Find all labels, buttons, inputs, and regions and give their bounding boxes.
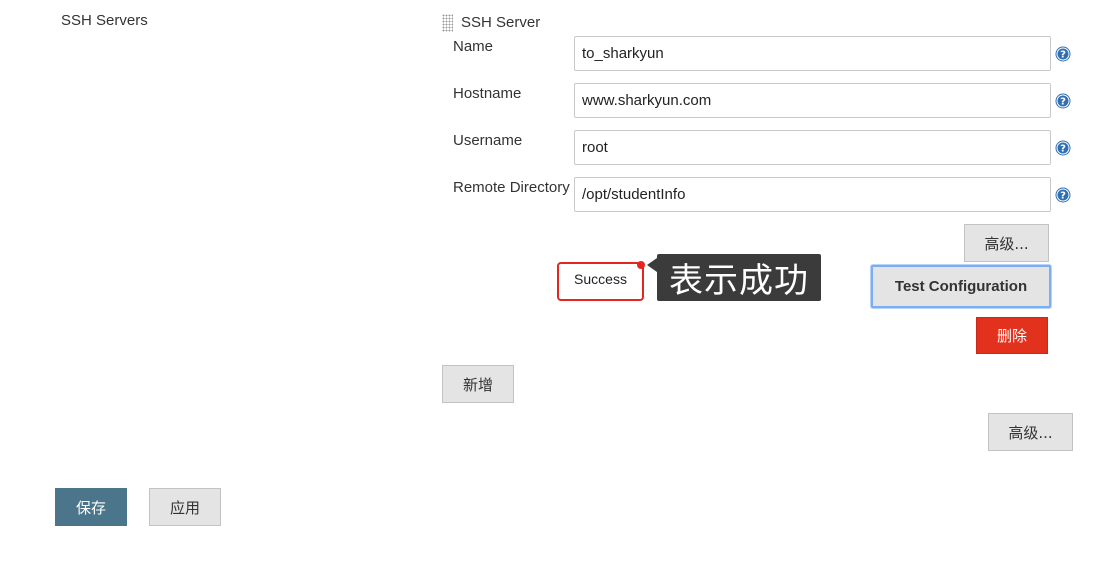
remote-directory-field[interactable]: /opt/studentInfo <box>574 177 1051 212</box>
hostname-label: Hostname <box>453 85 522 102</box>
svg-text:?: ? <box>1060 144 1066 155</box>
test-result-status: Success <box>557 262 644 301</box>
help-icon[interactable]: ? <box>1055 46 1071 62</box>
username-field[interactable]: root <box>574 130 1051 165</box>
svg-text:?: ? <box>1060 97 1066 108</box>
save-button[interactable]: 保存 <box>55 488 127 526</box>
ssh-config-page: SSH Servers SSH Server Name to_sharkyun … <box>0 0 1096 575</box>
hostname-field[interactable]: www.sharkyun.com <box>574 83 1051 118</box>
section-label: SSH Servers <box>61 12 148 29</box>
advanced-button[interactable]: 高级... <box>988 413 1073 451</box>
svg-text:?: ? <box>1060 50 1066 61</box>
server-advanced-button[interactable]: 高级... <box>964 224 1049 262</box>
svg-text:?: ? <box>1060 191 1066 202</box>
annotation-callout: 表示成功 <box>657 254 821 301</box>
delete-server-button[interactable]: 删除 <box>976 317 1048 354</box>
annotation-dot <box>637 261 645 269</box>
test-configuration-button[interactable]: Test Configuration <box>871 265 1051 308</box>
annotation-pointer <box>647 258 657 272</box>
username-label: Username <box>453 132 523 149</box>
remote-directory-label: Remote Directory <box>453 179 570 196</box>
name-field[interactable]: to_sharkyun <box>574 36 1051 71</box>
apply-button[interactable]: 应用 <box>149 488 221 526</box>
help-icon[interactable]: ? <box>1055 140 1071 156</box>
add-server-button[interactable]: 新增 <box>442 365 514 403</box>
server-title: SSH Server <box>461 14 541 31</box>
drag-handle-icon[interactable] <box>442 14 453 32</box>
help-icon[interactable]: ? <box>1055 93 1071 109</box>
name-label: Name <box>453 38 494 55</box>
help-icon[interactable]: ? <box>1055 187 1071 203</box>
